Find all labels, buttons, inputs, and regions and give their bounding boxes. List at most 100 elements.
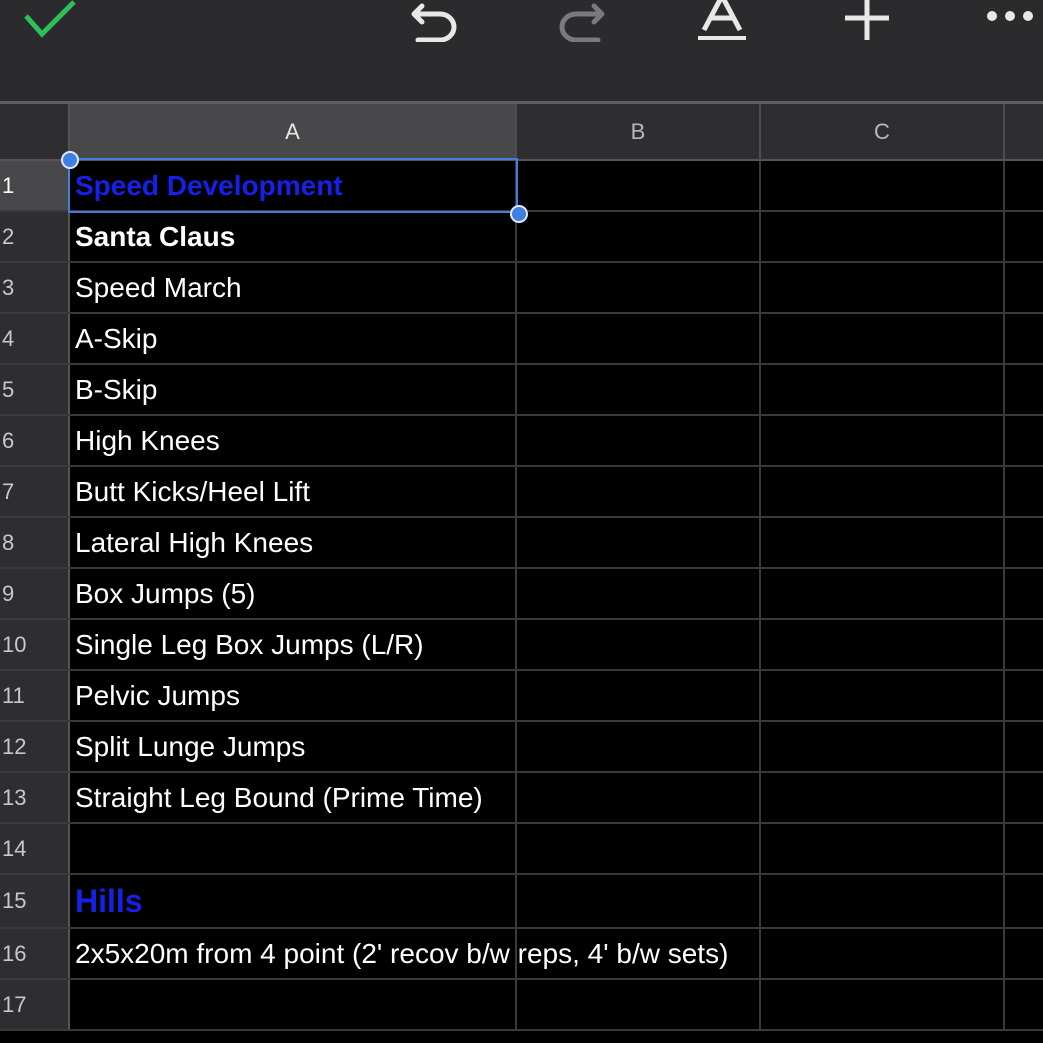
- cell-c[interactable]: [761, 569, 1005, 618]
- selection-handle-start[interactable]: [61, 151, 79, 169]
- row-header[interactable]: 4: [0, 314, 70, 363]
- cell-c[interactable]: [761, 467, 1005, 516]
- cell-c[interactable]: [761, 824, 1005, 873]
- selection-handle-end[interactable]: [510, 205, 528, 223]
- row-header[interactable]: 3: [0, 263, 70, 312]
- cell-b[interactable]: [517, 161, 761, 210]
- cell-b[interactable]: [517, 569, 761, 618]
- cell-c[interactable]: [761, 212, 1005, 261]
- row-header[interactable]: 9: [0, 569, 70, 618]
- cell-d[interactable]: [1005, 824, 1043, 873]
- redo-icon[interactable]: [552, 0, 608, 42]
- cell-d[interactable]: [1005, 620, 1043, 669]
- cell-c[interactable]: [761, 314, 1005, 363]
- select-all-corner[interactable]: [0, 104, 70, 161]
- cell-text: Pelvic Jumps: [75, 679, 240, 711]
- row-header[interactable]: 1: [0, 161, 70, 210]
- table-row: 11 Pelvic Jumps: [0, 671, 1043, 722]
- cell-c[interactable]: [761, 929, 1005, 978]
- cell-d[interactable]: [1005, 569, 1043, 618]
- cell-b[interactable]: [517, 365, 761, 414]
- cell-b[interactable]: [517, 671, 761, 720]
- cell-c[interactable]: [761, 416, 1005, 465]
- cell-c[interactable]: [761, 161, 1005, 210]
- row-header[interactable]: 6: [0, 416, 70, 465]
- cell-d[interactable]: [1005, 416, 1043, 465]
- table-row: 9 Box Jumps (5): [0, 569, 1043, 620]
- row-header[interactable]: 8: [0, 518, 70, 567]
- row-header[interactable]: 15: [0, 875, 70, 927]
- cell-d[interactable]: [1005, 263, 1043, 312]
- cell-b[interactable]: [517, 824, 761, 873]
- table-row: 7 Butt Kicks/Heel Lift: [0, 467, 1043, 518]
- cell-d[interactable]: [1005, 365, 1043, 414]
- cell-d[interactable]: [1005, 161, 1043, 210]
- cell-d[interactable]: [1005, 467, 1043, 516]
- column-header-a[interactable]: A: [70, 104, 517, 161]
- cell-b[interactable]: [517, 980, 761, 1029]
- cell-d[interactable]: [1005, 773, 1043, 822]
- cell-b[interactable]: [517, 773, 761, 822]
- add-icon[interactable]: [840, 0, 894, 42]
- cell-b[interactable]: [517, 212, 761, 261]
- cell-c[interactable]: [761, 671, 1005, 720]
- cell-c[interactable]: [761, 980, 1005, 1029]
- row-header[interactable]: 10: [0, 620, 70, 669]
- cell-c[interactable]: [761, 263, 1005, 312]
- cell-b[interactable]: [517, 875, 761, 927]
- row-header[interactable]: 12: [0, 722, 70, 771]
- column-header-c[interactable]: C: [761, 104, 1005, 161]
- cell-text: Box Jumps (5): [75, 577, 256, 609]
- column-header-b[interactable]: B: [517, 104, 761, 161]
- row-header[interactable]: 17: [0, 980, 70, 1029]
- cell-text: Speed Development: [75, 169, 343, 201]
- cell-b[interactable]: [517, 314, 761, 363]
- cell-c[interactable]: [761, 365, 1005, 414]
- cell-text: Speed March: [75, 271, 242, 303]
- cell-text: Split Lunge Jumps: [75, 730, 306, 762]
- column-header-d[interactable]: [1005, 104, 1043, 161]
- undo-icon[interactable]: [408, 0, 464, 42]
- cell-d[interactable]: [1005, 929, 1043, 978]
- editor-toolbar: [0, 0, 1043, 102]
- check-icon[interactable]: [20, 0, 80, 40]
- cell-d[interactable]: [1005, 980, 1043, 1029]
- text-format-icon[interactable]: [696, 0, 748, 42]
- row-header[interactable]: 5: [0, 365, 70, 414]
- cell-b[interactable]: [517, 620, 761, 669]
- row-header[interactable]: 7: [0, 467, 70, 516]
- table-row: 12 Split Lunge Jumps: [0, 722, 1043, 773]
- cell-c[interactable]: [761, 620, 1005, 669]
- table-row: 15 Hills: [0, 875, 1043, 929]
- cell-a[interactable]: [70, 824, 517, 873]
- cell-b[interactable]: [517, 467, 761, 516]
- table-row: 13 Straight Leg Bound (Prime Time): [0, 773, 1043, 824]
- table-row: 10 Single Leg Box Jumps (L/R): [0, 620, 1043, 671]
- cell-text: Lateral High Knees: [75, 526, 314, 558]
- cell-a[interactable]: [70, 980, 517, 1029]
- cell-d[interactable]: [1005, 212, 1043, 261]
- cell-b[interactable]: [517, 518, 761, 567]
- cell-c[interactable]: [761, 773, 1005, 822]
- cell-c[interactable]: [761, 875, 1005, 927]
- row-header[interactable]: 13: [0, 773, 70, 822]
- row-header[interactable]: 16: [0, 929, 70, 978]
- row-header[interactable]: 11: [0, 671, 70, 720]
- more-icon[interactable]: [984, 4, 1036, 30]
- row-header[interactable]: 14: [0, 824, 70, 873]
- cell-d[interactable]: [1005, 518, 1043, 567]
- cell-text: Hills: [75, 882, 143, 919]
- row-header[interactable]: 2: [0, 212, 70, 261]
- cell-b[interactable]: [517, 263, 761, 312]
- cell-d[interactable]: [1005, 722, 1043, 771]
- cell-b[interactable]: [517, 416, 761, 465]
- table-row: 14: [0, 824, 1043, 875]
- cell-c[interactable]: [761, 722, 1005, 771]
- cell-d[interactable]: [1005, 875, 1043, 927]
- cell-d[interactable]: [1005, 671, 1043, 720]
- cell-text: 2x5x20m from 4 point (2' recov b/w reps,…: [75, 937, 729, 969]
- cell-d[interactable]: [1005, 314, 1043, 363]
- cell-b[interactable]: [517, 722, 761, 771]
- cell-c[interactable]: [761, 518, 1005, 567]
- cell-text: Butt Kicks/Heel Lift: [75, 475, 310, 507]
